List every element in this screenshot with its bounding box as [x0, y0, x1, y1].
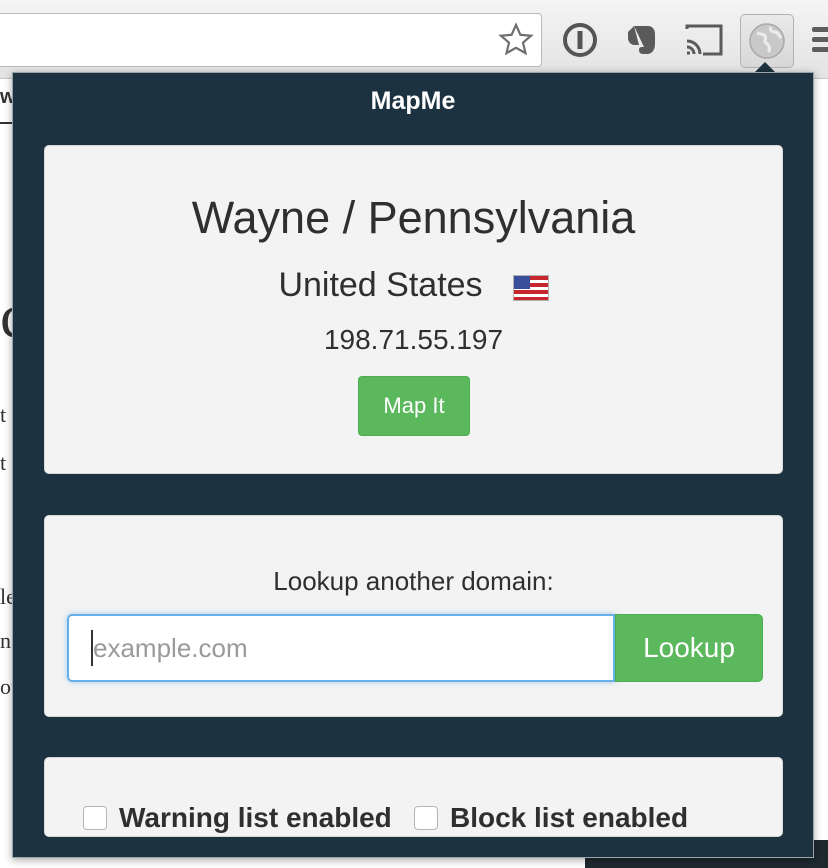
- ip-address: 198.71.55.197: [323, 324, 504, 355]
- map-it-button[interactable]: Map It: [358, 376, 470, 436]
- text-caret: [91, 630, 93, 666]
- mapme-globe-icon: [749, 23, 785, 59]
- menu-icon[interactable]: [812, 27, 828, 57]
- mapme-popup: MapMe Wayne / Pennsylvania United States…: [12, 72, 814, 858]
- country-name: United States: [278, 266, 483, 304]
- warning-list-option[interactable]: Warning list enabled: [83, 802, 392, 834]
- onepassword-icon[interactable]: [558, 18, 602, 62]
- evernote-icon[interactable]: [620, 18, 664, 62]
- bg-page-text: n: [0, 628, 11, 653]
- block-list-label: Block list enabled: [450, 802, 689, 833]
- block-list-option[interactable]: Block list enabled: [414, 802, 688, 834]
- lookup-label: Lookup another domain:: [273, 566, 554, 596]
- cast-icon[interactable]: [682, 18, 726, 62]
- address-bar[interactable]: [0, 13, 542, 67]
- warning-list-label: Warning list enabled: [119, 802, 392, 833]
- popup-title: MapMe: [370, 87, 456, 115]
- us-flag-icon: [512, 274, 549, 301]
- warning-list-checkbox[interactable]: [83, 806, 107, 830]
- bg-page-text: t: [0, 450, 7, 475]
- domain-input[interactable]: [67, 614, 615, 682]
- browser-toolbar: [0, 0, 828, 79]
- bg-page-text: t: [0, 402, 7, 427]
- lookup-button[interactable]: Lookup: [615, 614, 763, 682]
- options-card: Warning list enabled Block list enabled: [44, 757, 783, 837]
- lookup-input-group: Lookup: [67, 614, 763, 682]
- location-card: Wayne / Pennsylvania United States 198.7…: [44, 145, 783, 474]
- country-row: United States: [45, 266, 782, 305]
- city-region: Wayne / Pennsylvania: [191, 192, 636, 243]
- star-icon[interactable]: [497, 21, 535, 59]
- mapme-extension-button[interactable]: [740, 14, 794, 68]
- block-list-checkbox[interactable]: [414, 806, 438, 830]
- lookup-card: Lookup another domain: Lookup: [44, 515, 783, 717]
